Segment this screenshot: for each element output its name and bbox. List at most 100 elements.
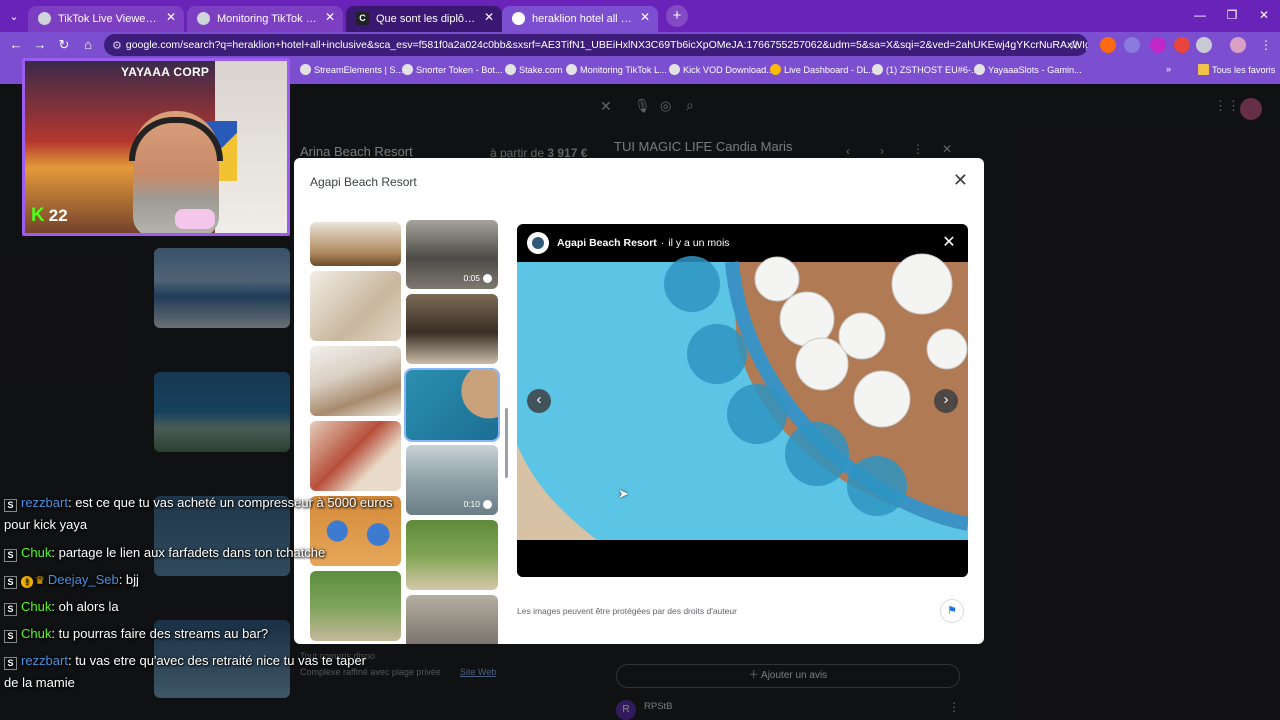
chat-message: S Chuk: tu pourras faire des streams au b… [4,623,404,645]
gallery-scrollbar[interactable] [505,408,508,478]
tab-blockchain[interactable]: C Que sont les diplômes blockchain ✕ [346,6,502,32]
bookmark-favicon-icon [566,64,577,75]
chat-message: S Chuk: oh alors la [4,596,404,618]
bookmark-favicon-icon [402,64,413,75]
kick-logo-icon: K [31,205,45,226]
next-image-icon[interactable]: › [934,389,958,413]
dialog-title: Agapi Beach Resort [310,175,417,189]
report-flag-icon[interactable]: ⚑ [940,599,964,623]
tab-search-icon[interactable]: ⌄ [0,0,28,32]
play-icon [483,273,492,283]
all-bookmarks-button[interactable]: Tous les favoris [1198,64,1275,75]
viewer-header: Agapi Beach Resort · il y a un mois [517,224,968,262]
chat-message: S Chuk: partage le lien aux farfadets dan… [4,542,404,564]
extension-fox-icon[interactable] [1100,37,1116,53]
close-window-icon[interactable]: ✕ [1248,0,1280,32]
profile-avatar[interactable] [1230,37,1246,53]
chat-message: S! ♛ Deejay_Seb: bjj [4,569,404,592]
google-icon [512,12,525,25]
bookmark-item[interactable]: Monitoring TikTok L... [566,64,667,75]
c-icon: C [356,12,369,25]
sub-badge-icon: S [4,657,17,670]
close-tab-icon[interactable]: ✕ [484,10,494,24]
tab-tiktok-viewer[interactable]: TikTok Live Viewer & Chat Reader ✕ [28,6,184,32]
bookmark-item[interactable]: (1) ZSTHOST EU#6-... [872,64,979,75]
bookmark-favicon-icon [505,64,516,75]
dialog-close-icon[interactable]: ✕ [953,170,968,191]
screen: { "browser": { "tabs": [ {"label": "TikT… [0,0,1280,720]
minimize-icon[interactable]: — [1184,0,1216,32]
gallery-image[interactable] [406,520,498,590]
bookmarks-overflow-icon[interactable]: » [1166,64,1171,74]
gallery-image[interactable] [310,271,401,341]
globe-icon [197,12,210,25]
gallery-image[interactable] [310,421,401,491]
mouse-cursor-icon: ➤ [618,486,629,501]
home-icon[interactable]: ⌂ [76,33,100,57]
sub-badge-icon: S [4,499,17,512]
gift-badge-icon: ! [21,576,33,588]
bookmark-favicon-icon [770,64,781,75]
microphone-decor [175,209,215,229]
bookmark-favicon-icon [872,64,883,75]
extension-cloud-icon[interactable] [1124,37,1140,53]
kick-viewer-badge: K 22 [31,205,68,226]
reload-icon[interactable]: ↻ [52,33,76,57]
source-logo-icon [527,232,549,254]
image-viewer: Agapi Beach Resort · il y a un mois ✕ ‹ … [517,224,968,577]
bookmark-item[interactable]: StreamElements | S... [300,64,403,75]
chat-message: Srezzbart: est ce que tu vas acheté un c… [4,495,393,532]
crown-badge-icon: ♛ [35,575,45,587]
bookmark-favicon-icon [669,64,680,75]
previous-image-icon[interactable]: ‹ [527,389,551,413]
close-tab-icon[interactable]: ✕ [325,10,335,24]
browser-toolbar: ← → ↻ ⌂ ⚙ google.com/search?q=heraklion+… [0,32,1280,58]
close-tab-icon[interactable]: ✕ [166,10,176,24]
viewer-source[interactable]: Agapi Beach Resort [557,237,657,249]
forward-icon[interactable]: → [28,33,52,57]
bookmark-item[interactable]: Kick VOD Download... [669,64,774,75]
tab-strip: ⌄ TikTok Live Viewer & Chat Reader ✕ Mon… [0,0,1280,32]
video-duration: 0:10 [463,499,492,509]
channel-name: YAYAAA CORP [121,65,210,79]
viewer-close-icon[interactable]: ✕ [938,232,960,254]
restore-icon[interactable]: ❐ [1216,0,1248,32]
menu-kebab-icon[interactable]: ⋮ [1258,37,1274,53]
gallery-video[interactable]: 0:10 [406,445,498,515]
video-duration: 0:05 [463,273,492,283]
gallery-image-selected[interactable] [404,368,500,442]
bookmark-item[interactable]: Snorter Token - Bot... [402,64,503,75]
new-tab-button[interactable]: + [666,5,688,27]
tab-google-search[interactable]: heraklion hotel all inclusive - Rech ✕ [502,6,658,32]
viewer-age: il y a un mois [668,237,730,249]
globe-icon [38,12,51,25]
sub-badge-icon: S [4,576,17,589]
sub-badge-icon: S [4,549,17,562]
bookmark-item[interactable]: YayaaaSlots - Gamin... [974,64,1082,75]
bookmark-item[interactable]: Stake.com [505,64,562,75]
site-info-icon[interactable]: ⚙ [112,39,122,52]
bookmark-star-icon[interactable]: ☆ [1068,37,1080,53]
chat-message: Srezzbart: tu vas etre qu'avec des retra… [4,653,366,690]
gallery-image[interactable] [310,222,401,266]
tab-monitoring[interactable]: Monitoring TikTok Live ✕ [187,6,343,32]
copyright-note: Les images peuvent être protégées par de… [517,606,737,616]
webcam-overlay: YAYAAA CORP K 22 [22,58,290,236]
sub-badge-icon: S [4,630,17,643]
bookmark-item[interactable]: Live Dashboard - DL... [770,64,876,75]
close-tab-icon[interactable]: ✕ [640,10,650,24]
address-bar[interactable]: ⚙ google.com/search?q=heraklion+hotel+al… [104,34,1088,56]
bookmark-favicon-icon [300,64,311,75]
extension-twitch-icon[interactable] [1150,37,1166,53]
play-icon [483,499,492,509]
extensions-puzzle-icon[interactable] [1196,37,1212,53]
gallery-image[interactable] [310,346,401,416]
folder-icon [1198,64,1209,75]
gallery-image[interactable] [406,294,498,364]
bookmark-favicon-icon [974,64,985,75]
gallery-video[interactable]: 0:05 [406,220,498,289]
sub-badge-icon: S [4,603,17,616]
extension-record-icon[interactable] [1174,37,1190,53]
back-icon[interactable]: ← [4,33,28,57]
gallery-image[interactable] [406,595,498,644]
